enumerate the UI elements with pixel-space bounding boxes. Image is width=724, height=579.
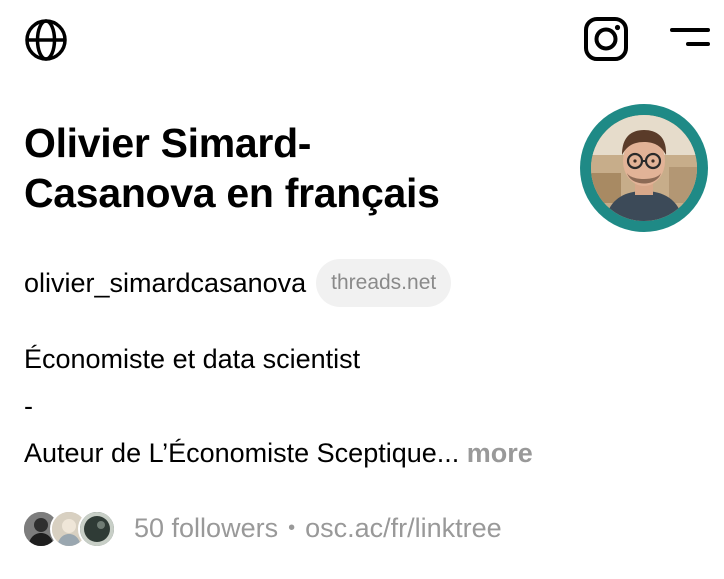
- follower-avatars[interactable]: [22, 508, 118, 548]
- globe-icon[interactable]: [22, 16, 70, 64]
- separator-dot: •: [288, 516, 296, 539]
- bio: Économiste et data scientist - Auteur de…: [24, 336, 704, 477]
- profile-name: Olivier Simard- Casanova en français: [24, 118, 564, 218]
- menu-bar-top: [670, 28, 710, 32]
- threads-domain-badge[interactable]: threads.net: [316, 259, 452, 307]
- bio-line-3-text: Auteur de L’Économiste Sceptique...: [24, 438, 460, 468]
- bio-more-link[interactable]: more: [467, 438, 533, 468]
- followers-count[interactable]: 50 followers: [134, 513, 278, 544]
- bio-line-1: Économiste et data scientist: [24, 344, 361, 374]
- profile-name-line-1: Olivier Simard-: [24, 120, 312, 166]
- menu-bar-bottom: [686, 42, 710, 46]
- instagram-icon[interactable]: [581, 14, 631, 64]
- bio-line-3: Auteur de L’Économiste Sceptique... more: [24, 430, 704, 477]
- top-bar: [0, 0, 724, 80]
- profile-link[interactable]: osc.ac/fr/linktree: [305, 513, 502, 544]
- profile-name-line-2: Casanova en français: [24, 170, 440, 216]
- avatar[interactable]: [580, 104, 708, 232]
- menu-icon[interactable]: [664, 22, 714, 56]
- follower-avatar: [78, 510, 116, 548]
- profile-page: Olivier Simard- Casanova en français oli…: [0, 0, 724, 579]
- username: olivier_simardcasanova: [24, 267, 307, 298]
- bio-line-2: -: [24, 391, 33, 421]
- avatar-photo: [591, 115, 697, 221]
- profile-meta-row: 50 followers • osc.ac/fr/linktree: [22, 506, 502, 550]
- handle-row: olivier_simardcasanova threads.net: [24, 258, 452, 308]
